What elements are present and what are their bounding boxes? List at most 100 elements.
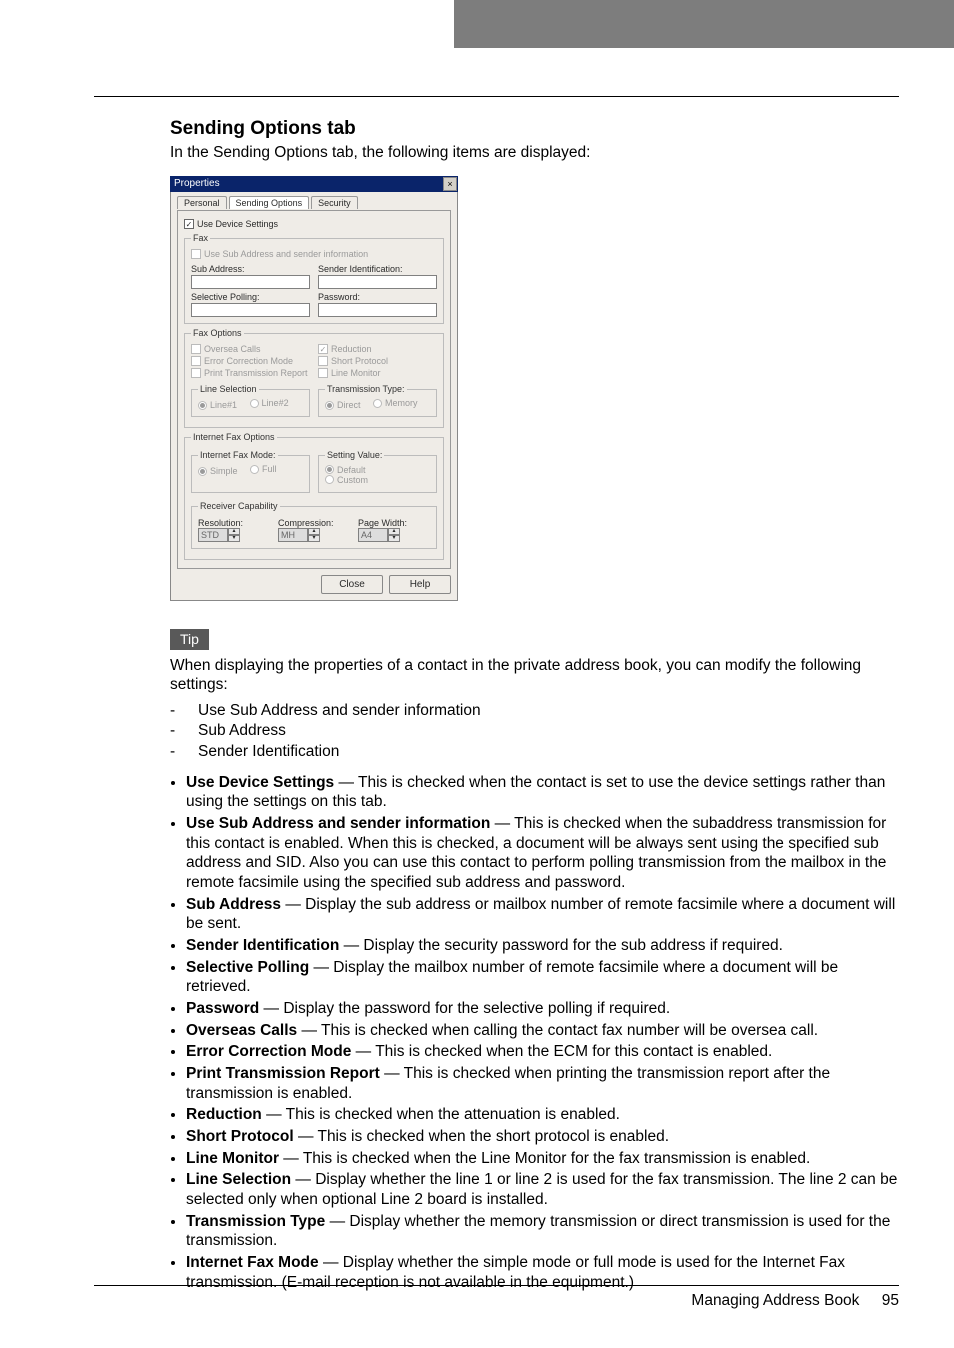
section-intro: In the Sending Options tab, the followin…: [170, 144, 899, 162]
chevron-down-icon[interactable]: ▾: [388, 535, 400, 542]
sender-id-input[interactable]: [318, 275, 437, 289]
chevron-up-icon[interactable]: ▴: [228, 528, 240, 535]
overseas-label: Oversea Calls: [204, 344, 261, 354]
page-width-value: [358, 528, 388, 542]
help-button[interactable]: Help: [389, 575, 451, 594]
footer-text: Managing Address Book: [691, 1292, 859, 1309]
checkbox-icon: [191, 368, 201, 378]
definition-item: Reduction — This is checked when the att…: [186, 1105, 899, 1125]
dialog-titlebar: Properties ×: [170, 176, 458, 192]
checkbox-icon: [191, 344, 201, 354]
dialog-buttons: Close Help: [177, 575, 451, 594]
receiver-capability-group: Receiver Capability Resolution: ▴▾ Compr…: [191, 501, 437, 549]
custom-radio[interactable]: Custom: [325, 475, 368, 485]
tip-item: Sender Identification: [170, 742, 899, 763]
chevron-down-icon[interactable]: ▾: [308, 535, 320, 542]
tab-security[interactable]: Security: [311, 196, 358, 209]
compression-value: [278, 528, 308, 542]
chevron-up-icon[interactable]: ▴: [388, 528, 400, 535]
use-sub-sender-checkbox[interactable]: Use Sub Address and sender information: [191, 249, 437, 259]
line1-radio[interactable]: Line#1: [198, 400, 237, 410]
memory-label: Memory: [385, 398, 418, 408]
fax-options-group: Fax Options Oversea Calls Error Correcti…: [184, 328, 444, 428]
definition-term: Use Device Settings: [186, 774, 334, 791]
chevron-up-icon[interactable]: ▴: [308, 528, 320, 535]
compression-stepper[interactable]: ▴▾: [278, 528, 320, 542]
ecm-checkbox[interactable]: Error Correction Mode: [191, 356, 310, 366]
page-content: Sending Options tab In the Sending Optio…: [170, 118, 899, 1294]
definition-desc: — This is checked when the ECM for this …: [351, 1043, 772, 1060]
definition-term: Password: [186, 1000, 259, 1017]
tx-type-group: Transmission Type: Direct Memory: [318, 384, 437, 417]
sel-polling-label: Selective Polling:: [191, 292, 310, 302]
resolution-stepper[interactable]: ▴▾: [198, 528, 240, 542]
definition-desc: — This is checked when the attenuation i…: [262, 1106, 620, 1123]
checkbox-icon: [191, 249, 201, 259]
ecm-label: Error Correction Mode: [204, 356, 293, 366]
chevron-down-icon[interactable]: ▾: [228, 535, 240, 542]
definition-item: Print Transmission Report — This is chec…: [186, 1064, 899, 1103]
definition-term: Reduction: [186, 1106, 262, 1123]
reduction-checkbox[interactable]: ✓Reduction: [318, 344, 437, 354]
compression-label: Compression:: [278, 518, 350, 528]
tab-sending-options[interactable]: Sending Options: [229, 196, 310, 209]
properties-dialog: Properties × Personal Sending Options Se…: [170, 176, 458, 601]
ptr-label: Print Transmission Report: [204, 368, 308, 378]
dialog-body: Personal Sending Options Security ✓ Use …: [170, 192, 458, 601]
definition-desc: — Display the sub address or mailbox num…: [186, 896, 895, 933]
definition-term: Sender Identification: [186, 937, 339, 954]
ptr-checkbox[interactable]: Print Transmission Report: [191, 368, 310, 378]
definition-item: Sender Identification — Display the secu…: [186, 936, 899, 956]
resolution-value: [198, 528, 228, 542]
definition-item: Error Correction Mode — This is checked …: [186, 1042, 899, 1062]
sub-address-input[interactable]: [191, 275, 310, 289]
full-label: Full: [262, 464, 277, 474]
dialog-title: Properties: [174, 176, 220, 192]
close-button[interactable]: Close: [321, 575, 383, 594]
default-radio[interactable]: Default: [325, 465, 366, 475]
definition-item: Use Sub Address and sender information —…: [186, 814, 899, 893]
page-number: 95: [882, 1292, 899, 1309]
definitions-list: Use Device Settings — This is checked wh…: [170, 773, 899, 1293]
line-monitor-checkbox[interactable]: Line Monitor: [318, 368, 437, 378]
custom-label: Custom: [337, 475, 368, 485]
simple-label: Simple: [210, 466, 238, 476]
definition-desc: — Display whether the line 1 or line 2 i…: [186, 1171, 897, 1208]
use-device-settings-checkbox[interactable]: ✓ Use Device Settings: [184, 219, 444, 229]
definition-item: Selective Polling — Display the mailbox …: [186, 958, 899, 997]
short-proto-checkbox[interactable]: Short Protocol: [318, 356, 437, 366]
definition-term: Overseas Calls: [186, 1022, 297, 1039]
definition-term: Short Protocol: [186, 1128, 294, 1145]
checkbox-icon: [318, 356, 328, 366]
sel-polling-input[interactable]: [191, 303, 310, 317]
tip-badge: Tip: [170, 629, 209, 650]
tx-type-legend: Transmission Type:: [325, 384, 407, 394]
definition-desc: — Display the security password for the …: [339, 937, 783, 954]
definition-item: Line Monitor — This is checked when the …: [186, 1149, 899, 1169]
fax-group: Fax Use Sub Address and sender informati…: [184, 233, 444, 324]
overseas-checkbox[interactable]: Oversea Calls: [191, 344, 310, 354]
checkbox-icon: ✓: [184, 219, 194, 229]
password-input[interactable]: [318, 303, 437, 317]
resolution-label: Resolution:: [198, 518, 270, 528]
tab-personal[interactable]: Personal: [177, 196, 227, 209]
simple-radio[interactable]: Simple: [198, 466, 238, 476]
definition-item: Overseas Calls — This is checked when ca…: [186, 1021, 899, 1041]
line2-radio[interactable]: Line#2: [250, 398, 289, 408]
direct-radio[interactable]: Direct: [325, 400, 361, 410]
ifax-mode-legend: Internet Fax Mode:: [198, 450, 278, 460]
tip-item: Sub Address: [170, 721, 899, 742]
dialog-tabs: Personal Sending Options Security: [177, 196, 451, 209]
definition-item: Transmission Type — Display whether the …: [186, 1212, 899, 1251]
memory-radio[interactable]: Memory: [373, 398, 418, 408]
close-icon[interactable]: ×: [443, 177, 457, 191]
section-heading: Sending Options tab: [170, 118, 899, 140]
definition-term: Selective Polling: [186, 959, 309, 976]
page-width-stepper[interactable]: ▴▾: [358, 528, 400, 542]
setting-value-legend: Setting Value:: [325, 450, 384, 460]
short-proto-label: Short Protocol: [331, 356, 388, 366]
definition-term: Sub Address: [186, 896, 281, 913]
tab-pane: ✓ Use Device Settings Fax Use Sub Addres…: [177, 210, 451, 569]
definition-item: Short Protocol — This is checked when th…: [186, 1127, 899, 1147]
full-radio[interactable]: Full: [250, 464, 277, 474]
